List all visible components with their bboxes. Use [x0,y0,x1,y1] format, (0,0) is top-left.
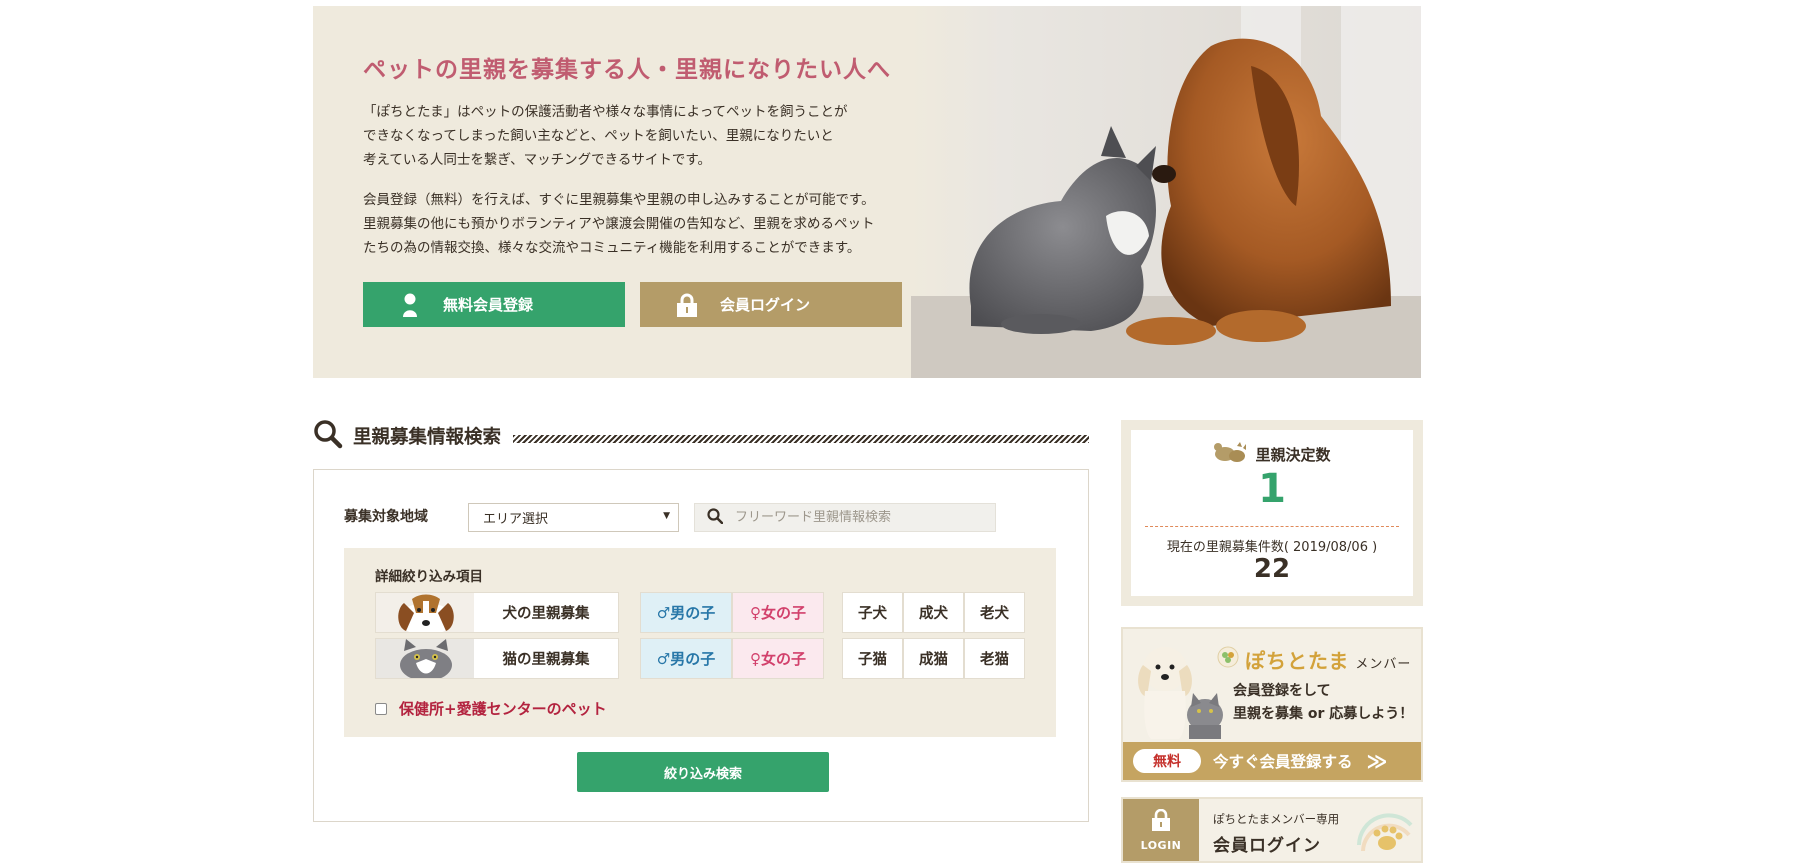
filter-search-button[interactable]: 絞り込み検索 [577,752,829,792]
member-brand-name: ぽちとたま [1245,649,1350,673]
free-register-label: 無料会員登録 [443,296,534,314]
user-icon [399,292,421,318]
member-register-banner[interactable]: ぽちとたま メンバー 会員登録をして 里親を募集 or 応募しよう！ 無料 今す… [1121,627,1423,782]
shelter-checkbox[interactable] [375,702,387,715]
free-badge: 無料 [1133,749,1201,773]
cat-male-button[interactable]: ♂男の子 [640,638,732,679]
dog-adoption-button[interactable]: 犬の里親募集 [375,592,619,633]
adult-dog-button[interactable]: 成犬 [903,592,964,633]
adoption-stats-card: 里親決定数 1 現在の里親募集件数( 2019/08/06 ) 22 [1121,420,1423,606]
free-word-search [694,503,996,532]
stats-divider [1145,526,1399,527]
login-card-sub: ぽちとたまメンバー専用 [1213,812,1340,826]
decided-heading: 里親決定数 [1131,440,1413,468]
heading-stripe-divider [513,435,1089,443]
hero-banner: ペットの里親を募集する人・里親になりたい人へ 「ぽちとたま」はペットの保護活動者… [313,6,1421,378]
paw-print-icon [1355,805,1415,861]
puppy-kitten-image [1129,635,1231,741]
current-label: 現在の里親募集件数( 2019/08/06 ) [1166,540,1378,555]
adult-cat-button[interactable]: 成猫 [903,638,964,679]
dog-male-button[interactable]: ♂男の子 [640,592,732,633]
clover-logo-icon [1217,646,1239,672]
area-label: 募集対象地域 [344,509,428,525]
dropdown-arrow-icon: ▼ [663,511,670,521]
lock-icon [676,292,698,318]
shelter-label: 保健所+愛護センターのペット [399,700,607,718]
lock-icon [1151,808,1171,835]
double-chevron-icon: ≫ [1366,749,1388,773]
search-section-title: 里親募集情報検索 [353,427,502,448]
current-count: 22 [1253,554,1291,584]
free-register-button[interactable]: 無料会員登録 [363,282,625,327]
member-login-button[interactable]: 会員ログイン [640,282,902,327]
senior-dog-button[interactable]: 老犬 [964,592,1025,633]
dog-female-button[interactable]: ♀女の子 [732,592,824,633]
beagle-thumbnail [376,593,474,632]
search-panel: 募集対象地域 エリア選択 ▼ 詳細絞り込み項目 [313,469,1089,822]
cat-female-button[interactable]: ♀女の子 [732,638,824,679]
cat-thumbnail [376,639,474,678]
puppy-button[interactable]: 子犬 [842,592,903,633]
kitten-button[interactable]: 子猫 [842,638,903,679]
member-brand: ぽちとたま メンバー [1217,645,1411,674]
search-icon [707,507,724,528]
decided-label: 里親決定数 [1255,445,1331,464]
shelter-pets-option[interactable]: 保健所+愛護センターのペット [375,698,607,719]
adoption-stats-inner: 里親決定数 1 現在の里親募集件数( 2019/08/06 ) 22 [1131,430,1413,596]
hero-intro-paragraph: 「ぽちとたま」はペットの保護活動者や様々な事情によってペットを飼うことが できな… [363,104,848,168]
login-badge-text: LOGIN [1140,838,1182,852]
member-login-card[interactable]: LOGIN ぽちとたまメンバー専用 会員ログイン [1121,797,1423,863]
senior-cat-button[interactable]: 老猫 [964,638,1025,679]
dog-adoption-label: 犬の里親募集 [502,606,590,622]
paw-pets-icon [1213,440,1247,468]
member-login-label: 会員ログイン [720,296,811,314]
cat-adoption-label: 猫の里親募集 [502,652,590,668]
hero-dog-cat-photo [911,6,1421,378]
filter-title: 詳細絞り込み項目 [375,569,483,585]
hero-title: ペットの里親を募集する人・里親になりたい人へ [363,57,891,83]
area-select-value: エリア選択 [483,512,549,527]
cat-adoption-button[interactable]: 猫の里親募集 [375,638,619,679]
register-now-bar[interactable]: 無料 今すぐ会員登録する ≫ [1123,742,1421,780]
magnifier-icon [313,419,343,453]
register-now-label: 今すぐ会員登録する [1213,753,1353,771]
login-card-title: 会員ログイン [1213,836,1321,856]
free-word-input[interactable] [735,510,985,525]
detail-filter-panel: 詳細絞り込み項目 犬の里親募集 ♂男の子 ♀女の子 子犬 成犬 老犬 猫の里親募… [344,548,1056,737]
decided-count: 1 [1258,466,1286,512]
search-section-heading: 里親募集情報検索 [313,419,1089,453]
member-promo-text: 会員登録をして 里親を募集 or 応募しよう！ [1233,683,1414,722]
login-badge: LOGIN [1123,799,1199,861]
member-brand-sub: メンバー [1355,657,1412,672]
area-select[interactable]: エリア選択 ▼ [468,503,679,532]
hero-register-paragraph: 会員登録（無料）を行えば、すぐに里親募集や里親の申し込みすることが可能です。 里… [363,192,875,256]
login-card-text: ぽちとたまメンバー専用 会員ログイン [1199,799,1339,861]
